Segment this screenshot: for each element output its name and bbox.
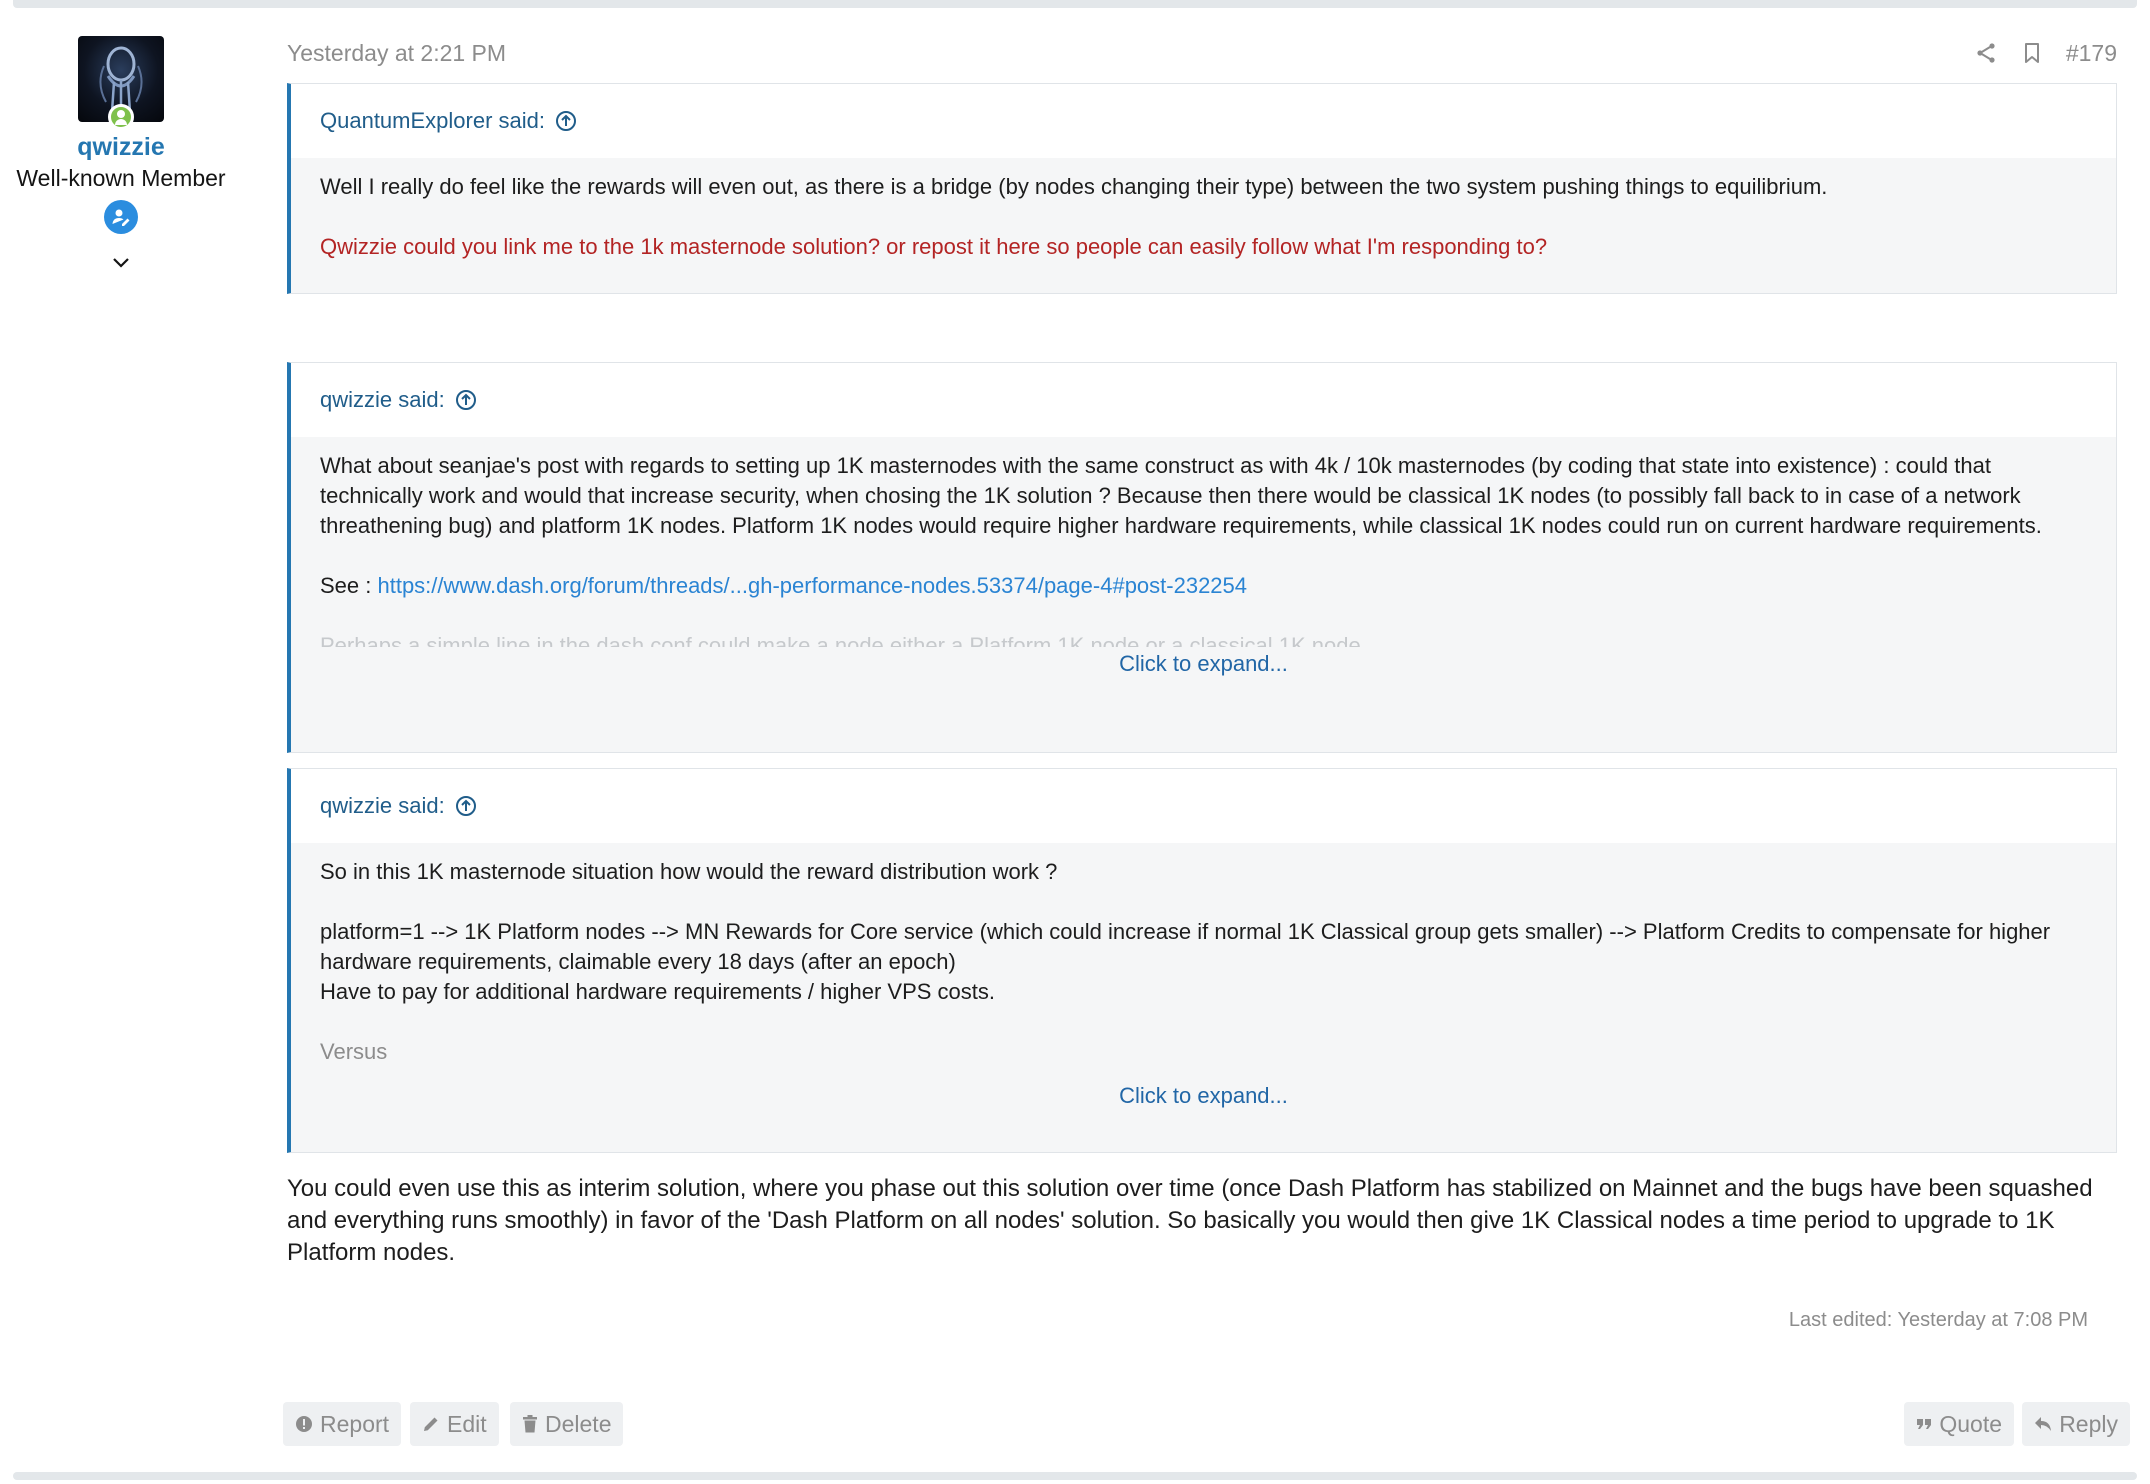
edit-label: Edit <box>447 1410 487 1437</box>
quote-block: QuantumExplorer said: Well I really do f… <box>287 83 2117 294</box>
report-label: Report <box>320 1410 390 1437</box>
report-button[interactable]: Report <box>283 1402 402 1446</box>
post-actions-bar: Report Edit Delete Quote Reply <box>283 1402 2130 1446</box>
delete-icon <box>523 1415 537 1433</box>
member-badge-glyph <box>112 209 130 226</box>
quote-icon <box>1917 1419 1932 1429</box>
user-column: qwizzie Well-known Member <box>0 36 242 279</box>
delete-button[interactable]: Delete <box>510 1402 624 1446</box>
reply-label: Reply <box>2059 1410 2118 1437</box>
arrow-up-circle-icon[interactable] <box>455 795 477 817</box>
post-top-border <box>13 0 2137 8</box>
forum-post: qwizzie Well-known Member Yesterday at 2… <box>0 0 2150 1484</box>
report-icon <box>296 1416 312 1432</box>
edit-icon <box>424 1417 438 1431</box>
edit-button[interactable]: Edit <box>410 1402 499 1446</box>
post-number-link[interactable]: #179 <box>2066 40 2117 67</box>
post-meta: Yesterday at 2:21 PM #179 <box>287 36 2117 70</box>
quote-header: qwizzie said: <box>291 769 2116 843</box>
last-edited-note[interactable]: Last edited: Yesterday at 7:08 PM <box>287 1309 2117 1332</box>
quote-block: qwizzie said: What about seanjae's post … <box>287 362 2117 753</box>
see-label: See : <box>320 573 378 598</box>
arrow-up-circle-icon[interactable] <box>555 110 577 132</box>
user-online-icon <box>108 104 134 130</box>
post-bottom-border <box>13 1472 2137 1480</box>
post-timestamp[interactable]: Yesterday at 2:21 PM <box>287 36 506 70</box>
quote-text-red: Qwizzie could you link me to the 1k mast… <box>320 234 1548 259</box>
reply-button[interactable]: Reply <box>2022 1402 2130 1446</box>
chevron-down-icon[interactable] <box>109 250 133 274</box>
share-icon[interactable] <box>1974 41 1998 65</box>
post-meta-actions: #179 <box>1974 36 2117 70</box>
click-to-expand-link[interactable]: Click to expand... <box>291 1081 2116 1111</box>
quote-text: Well I really do feel like the rewards w… <box>320 174 1828 199</box>
quote-button[interactable]: Quote <box>1904 1402 2014 1446</box>
quote-text: Have to pay for additional hardware requ… <box>320 979 996 1004</box>
arrow-up-circle-icon[interactable] <box>455 389 477 411</box>
username[interactable]: qwizzie <box>0 130 242 164</box>
quote-text: What about seanjae's post with regards t… <box>320 453 2042 538</box>
quote-text: platform=1 --> 1K Platform nodes --> MN … <box>320 919 2051 974</box>
quote-see-line: See : https://www.dash.org/forum/threads… <box>320 571 2087 601</box>
forum-thread-link[interactable]: https://www.dash.org/forum/threads/...gh… <box>377 573 1247 598</box>
quote-text: So in this 1K masternode situation how w… <box>320 859 1058 884</box>
quote-label: Quote <box>1939 1410 2002 1437</box>
post-message: You could even use this as interim solut… <box>287 1175 2093 1266</box>
quote-content: What about seanjae's post with regards t… <box>291 437 2116 647</box>
quote-faded-text: Versus <box>320 1039 388 1064</box>
quote-author-link[interactable]: QuantumExplorer said: <box>320 108 545 134</box>
quote-header: QuantumExplorer said: <box>291 84 2116 158</box>
user-title: Well-known Member <box>16 165 226 191</box>
quote-author-link[interactable]: qwizzie said: <box>320 793 445 819</box>
bookmark-icon[interactable] <box>2020 41 2044 65</box>
reply-icon <box>2035 1417 2052 1431</box>
quote-block: qwizzie said: So in this 1K masternode s… <box>287 768 2117 1153</box>
quote-author-link[interactable]: qwizzie said: <box>320 387 445 413</box>
quote-content: So in this 1K masternode situation how w… <box>291 843 2116 1067</box>
quote-faded-text: Perhaps a simple line in the dash.conf c… <box>320 633 1361 647</box>
delete-label: Delete <box>545 1410 612 1437</box>
member-badge-icon[interactable] <box>104 200 138 234</box>
avatar[interactable] <box>78 36 164 130</box>
click-to-expand-link[interactable]: Click to expand... <box>291 649 2116 679</box>
quote-header: qwizzie said: <box>291 363 2116 437</box>
quote-content: Well I really do feel like the rewards w… <box>291 158 2116 278</box>
post-main: Yesterday at 2:21 PM #179 QuantumExplore… <box>287 36 2117 1332</box>
